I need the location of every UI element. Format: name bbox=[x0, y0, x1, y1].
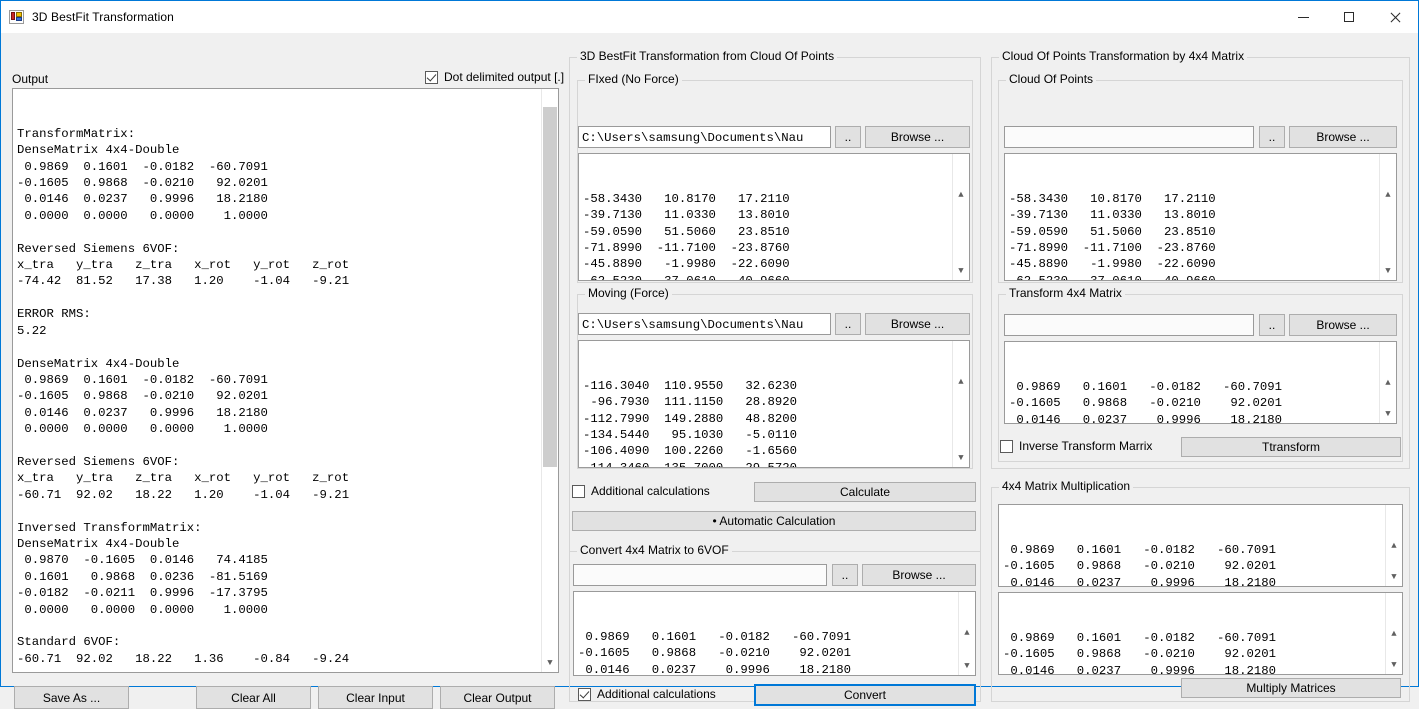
scroll-up-icon[interactable]: ▲ bbox=[1386, 626, 1402, 643]
inverse-transform-matrix-label: Inverse Transform Marrix bbox=[1019, 439, 1152, 453]
clear-input-button[interactable]: Clear Input bbox=[318, 686, 433, 709]
title-bar: 3D BestFit Transformation bbox=[1, 1, 1418, 33]
multiply-matrices-button[interactable]: Multiply Matrices bbox=[1181, 678, 1401, 698]
transform-matrix-group-label: Transform 4x4 Matrix bbox=[1006, 287, 1125, 299]
dot-delimited-output-checkbox[interactable]: Dot delimited output [.] bbox=[425, 70, 564, 84]
moving-browse-button[interactable]: Browse ... bbox=[865, 313, 970, 335]
clear-all-button[interactable]: Clear All bbox=[196, 686, 311, 709]
checkbox-box bbox=[1000, 440, 1013, 453]
scroll-down-icon[interactable]: ▼ bbox=[1380, 263, 1396, 280]
convert-group-label: Convert 4x4 Matrix to 6VOF bbox=[577, 544, 732, 556]
output-group-label: Output bbox=[12, 72, 48, 86]
convert-matrix-scrollbar[interactable]: ▲ ▼ bbox=[958, 592, 975, 675]
window-controls bbox=[1280, 1, 1418, 33]
fixed-dots-button[interactable]: .. bbox=[835, 126, 861, 148]
fixed-points-text: -58.3430 10.8170 17.2110 -39.7130 11.033… bbox=[579, 187, 969, 281]
multiplication-matrix-a[interactable]: 0.9869 0.1601 -0.0182 -60.7091 -0.1605 0… bbox=[998, 504, 1403, 587]
scroll-up-icon[interactable]: ▲ bbox=[953, 187, 969, 204]
moving-dots-button[interactable]: .. bbox=[835, 313, 861, 335]
cloud-points-path-input[interactable] bbox=[1004, 126, 1254, 148]
checkbox-box bbox=[578, 688, 591, 701]
maximize-icon bbox=[1344, 12, 1354, 22]
convert-matrix-text: 0.9869 0.1601 -0.0182 -60.7091 -0.1605 0… bbox=[574, 625, 975, 676]
multiplication-matrix-b-text: 0.9869 0.1601 -0.0182 -60.7091 -0.1605 0… bbox=[999, 626, 1402, 675]
transform-matrix-path-input[interactable] bbox=[1004, 314, 1254, 336]
fixed-points-scrollbar[interactable]: ▲ ▼ bbox=[952, 154, 969, 280]
cloud-points-text: -58.3430 10.8170 17.2110 -39.7130 11.033… bbox=[1005, 187, 1396, 281]
fixed-group-label: FIxed (No Force) bbox=[585, 73, 682, 85]
multiplication-matrix-b[interactable]: 0.9869 0.1601 -0.0182 -60.7091 -0.1605 0… bbox=[998, 592, 1403, 675]
scroll-down-icon[interactable]: ▼ bbox=[1386, 569, 1402, 586]
cloud-points-scrollbar[interactable]: ▲ ▼ bbox=[1379, 154, 1396, 280]
scroll-down-icon[interactable]: ▼ bbox=[953, 263, 969, 280]
matrix-a-scrollbar[interactable]: ▲ ▼ bbox=[1385, 505, 1402, 586]
client-area: Output Dot delimited output [.] Transfor… bbox=[1, 33, 1418, 686]
multiplication-matrix-a-text: 0.9869 0.1601 -0.0182 -60.7091 -0.1605 0… bbox=[999, 538, 1402, 587]
cloud-points-group-label: Cloud Of Points bbox=[1006, 73, 1096, 85]
fixed-browse-button[interactable]: Browse ... bbox=[865, 126, 970, 148]
transform-matrix-browse-button[interactable]: Browse ... bbox=[1289, 314, 1397, 336]
inverse-transform-matrix-checkbox[interactable]: Inverse Transform Marrix bbox=[1000, 439, 1152, 453]
minimize-button[interactable] bbox=[1280, 1, 1326, 33]
application-icon bbox=[9, 9, 25, 25]
calculate-button[interactable]: Calculate bbox=[754, 482, 976, 502]
bestfit-additional-calculations-checkbox[interactable]: Additional calculations bbox=[572, 484, 710, 498]
cloud-points-browse-button[interactable]: Browse ... bbox=[1289, 126, 1397, 148]
bestfit-group-label: 3D BestFit Transformation from Cloud Of … bbox=[577, 50, 837, 62]
convert-additional-calculations-checkbox[interactable]: Additional calculations bbox=[578, 687, 716, 701]
moving-group-label: Moving (Force) bbox=[585, 287, 672, 299]
transform-button[interactable]: Ttransform bbox=[1181, 437, 1401, 457]
bestfit-additional-calculations-label: Additional calculations bbox=[591, 484, 710, 498]
transform-matrix-dots-button[interactable]: .. bbox=[1259, 314, 1285, 336]
matrix-b-scrollbar[interactable]: ▲ ▼ bbox=[1385, 593, 1402, 674]
moving-path-input[interactable]: C:\Users\samsung\Documents\Nau bbox=[578, 313, 831, 335]
output-textarea[interactable]: TransformMatrix: DenseMatrix 4x4-Double … bbox=[12, 88, 559, 673]
fixed-path-input[interactable]: C:\Users\samsung\Documents\Nau bbox=[578, 126, 831, 148]
scroll-up-icon[interactable]: ▲ bbox=[953, 374, 969, 391]
transform-matrix-textarea[interactable]: 0.9869 0.1601 -0.0182 -60.7091 -0.1605 0… bbox=[1004, 341, 1397, 424]
checkbox-box bbox=[572, 485, 585, 498]
scroll-down-icon[interactable]: ▼ bbox=[542, 655, 558, 672]
scroll-up-icon[interactable]: ▲ bbox=[1380, 187, 1396, 204]
cloud-group-label: Cloud Of Points Transformation by 4x4 Ma… bbox=[999, 50, 1247, 62]
close-icon bbox=[1390, 12, 1401, 23]
dot-delimited-output-label: Dot delimited output [.] bbox=[444, 70, 564, 84]
transform-matrix-text: 0.9869 0.1601 -0.0182 -60.7091 -0.1605 0… bbox=[1005, 375, 1396, 424]
transform-matrix-scrollbar[interactable]: ▲ ▼ bbox=[1379, 342, 1396, 423]
scroll-down-icon[interactable]: ▼ bbox=[953, 450, 969, 467]
scroll-up-icon[interactable]: ▲ bbox=[1380, 375, 1396, 392]
scroll-down-icon[interactable]: ▼ bbox=[1386, 657, 1402, 674]
moving-points-text: -116.3040 110.9550 32.6230 -96.7930 111.… bbox=[579, 374, 969, 468]
convert-path-input[interactable] bbox=[573, 564, 827, 586]
save-as-button[interactable]: Save As ... bbox=[14, 686, 129, 709]
maximize-button[interactable] bbox=[1326, 1, 1372, 33]
app-window: 3D BestFit Transformation Output Dot del… bbox=[0, 0, 1419, 687]
moving-points-scrollbar[interactable]: ▲ ▼ bbox=[952, 341, 969, 467]
scroll-up-icon[interactable]: ▲ bbox=[1386, 538, 1402, 555]
multiplication-group-label: 4x4 Matrix Multiplication bbox=[999, 480, 1133, 492]
checkbox-box bbox=[425, 71, 438, 84]
convert-additional-calculations-label: Additional calculations bbox=[597, 687, 716, 701]
cloud-points-list[interactable]: -58.3430 10.8170 17.2110 -39.7130 11.033… bbox=[1004, 153, 1397, 281]
convert-dots-button[interactable]: .. bbox=[832, 564, 858, 586]
convert-matrix-textarea[interactable]: 0.9869 0.1601 -0.0182 -60.7091 -0.1605 0… bbox=[573, 591, 976, 676]
window-title: 3D BestFit Transformation bbox=[32, 10, 174, 24]
clear-output-button[interactable]: Clear Output bbox=[440, 686, 555, 709]
close-button[interactable] bbox=[1372, 1, 1418, 33]
moving-points-list[interactable]: -116.3040 110.9550 32.6230 -96.7930 111.… bbox=[578, 340, 970, 468]
scroll-down-icon[interactable]: ▼ bbox=[1380, 406, 1396, 423]
minimize-icon bbox=[1298, 17, 1309, 18]
automatic-calculation-button[interactable]: • Automatic Calculation bbox=[572, 511, 976, 531]
output-text: TransformMatrix: DenseMatrix 4x4-Double … bbox=[13, 122, 558, 673]
scroll-down-icon[interactable]: ▼ bbox=[959, 658, 975, 675]
output-scrollbar[interactable]: ▲ ▼ bbox=[541, 89, 558, 672]
scrollbar-thumb[interactable] bbox=[543, 107, 557, 467]
convert-button[interactable]: Convert bbox=[754, 684, 976, 706]
fixed-points-list[interactable]: -58.3430 10.8170 17.2110 -39.7130 11.033… bbox=[578, 153, 970, 281]
scroll-up-icon[interactable]: ▲ bbox=[959, 625, 975, 642]
cloud-points-dots-button[interactable]: .. bbox=[1259, 126, 1285, 148]
convert-browse-button[interactable]: Browse ... bbox=[862, 564, 976, 586]
